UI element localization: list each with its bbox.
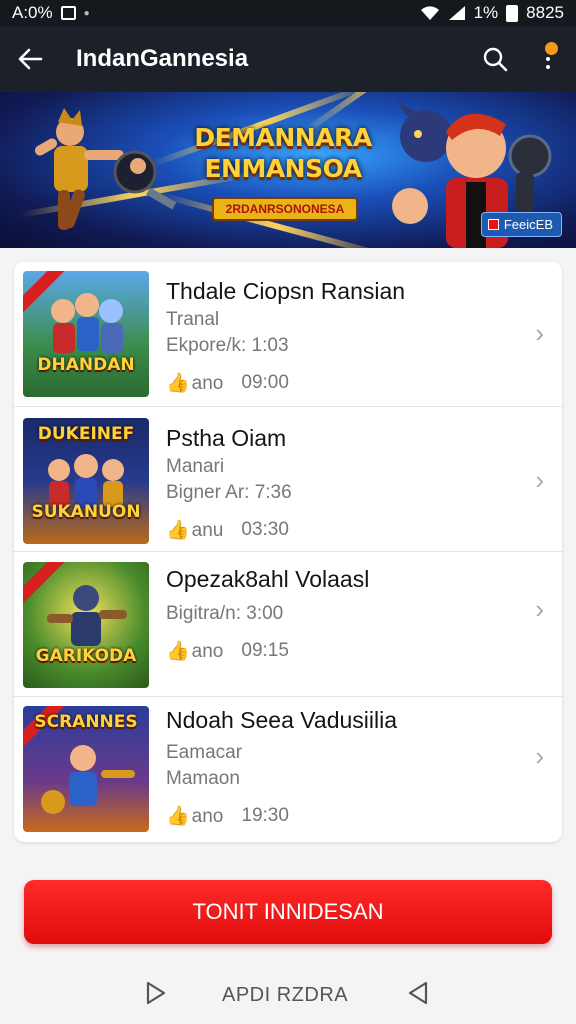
game-time: 19:30 [241,805,289,826]
thumbs-up-icon: 👍 [166,641,190,662]
thumbs-up-icon: 👍 [166,806,190,827]
game-thumbnail: SCRANNES [23,706,149,832]
game-likes: ano [191,373,224,394]
search-icon[interactable] [470,26,520,92]
bottom-nav-bar: APDI RZDRA [0,966,576,1024]
list-item[interactable]: DHANDAN Thdale Ciopsn Ransian Tranal Ekp… [14,262,562,407]
more-notifications-icon: ● [83,7,90,19]
game-list: DHANDAN Thdale Ciopsn Ransian Tranal Ekp… [14,262,562,842]
game-title: Thdale Ciopsn Ransian [166,278,406,304]
chevron-right-icon: › [535,465,544,495]
status-time: A:0% [12,3,53,22]
game-title: Pstha Oiam [166,425,287,451]
game-title: Ndoah Seea Vadusiilia [166,707,398,733]
chevron-right-icon: › [535,318,544,348]
battery-percent: 1% [473,3,499,22]
thumbs-up-icon: 👍 [166,373,190,394]
game-time: 09:00 [241,372,289,393]
back-arrow-icon[interactable] [0,26,60,92]
banner-subtitle: 2RDANRSONONESA [212,197,358,221]
play-icon[interactable] [144,980,168,1011]
app-title: IndanGannesia [76,45,249,72]
app-bar: IndanGannesia [0,26,576,92]
gallery-notification-icon [60,6,76,20]
flag-icon [487,219,499,230]
game-duration: Ekpore/k: 1:03 [166,335,289,356]
game-title: Opezak8ahl Volaasl [166,566,370,592]
game-category: Eamacar [166,742,243,763]
notification-dot [545,42,558,55]
chevron-right-icon: › [535,594,544,624]
game-time: 09:15 [241,640,289,661]
game-likes: ano [191,641,224,662]
signal-icon [448,5,466,21]
game-likes: ano [191,806,224,827]
chevron-right-icon: › [535,741,544,771]
thumbs-up-icon: 👍 [166,520,190,541]
game-subcategory: Mamaon [166,768,240,789]
game-duration: Bigner Ar: 7:36 [166,482,292,503]
list-item[interactable]: SCRANNES Ndoah Seea Vadusiilia Eamacar M… [14,697,562,842]
banner-title: DEMANNARA ENMANSOA [194,123,372,183]
hero-warrior-illustration [34,108,177,230]
nav-back-icon[interactable] [406,980,430,1011]
wifi-icon [420,5,440,21]
game-time: 03:30 [241,519,289,540]
game-duration: Bigitra/n: 3:00 [166,603,284,624]
status-bar: A:0% ● 1% 8825 [0,0,576,26]
battery-icon [506,4,519,22]
game-category: Manari [166,456,225,477]
nav-label[interactable]: APDI RZDRA [222,984,348,1007]
game-category: Tranal [166,309,220,330]
game-thumbnail: GARIKODA [23,562,149,688]
promo-banner[interactable]: DEMANNARA ENMANSOA 2RDANRSONONESA FeeicE… [0,92,576,248]
game-likes: anu [191,520,224,541]
more-options-icon[interactable] [520,26,576,92]
game-thumbnail: DHANDAN [23,271,149,397]
list-item[interactable]: GARIKODA Opezak8ahl Volaasl Bigitra/n: 3… [14,552,562,697]
status-clock: 8825 [526,3,564,22]
list-item[interactable]: DUKEINEF SUKANUON Pstha Oiam Manari Bign… [14,407,562,552]
banner-badge[interactable]: FeeicEB [480,212,562,237]
primary-action-button[interactable]: TONIT INNIDESAN [24,880,552,944]
game-thumbnail: DUKEINEF SUKANUON [23,418,149,544]
